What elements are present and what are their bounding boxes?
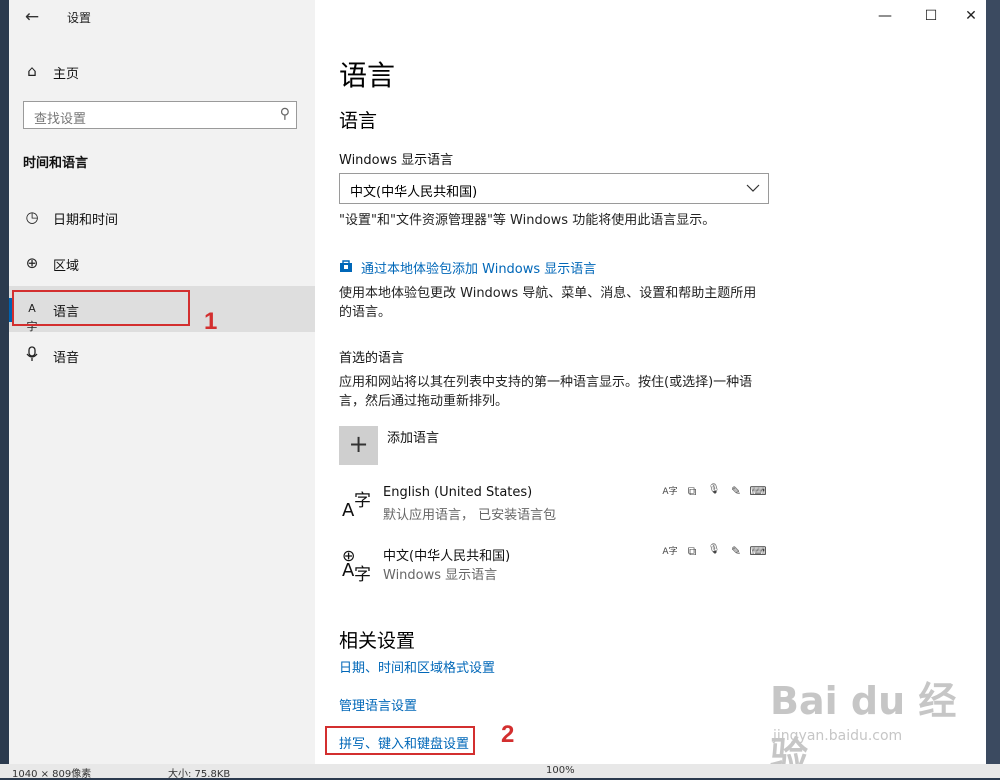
language-globe-icon: ⊕ A字 (342, 546, 371, 585)
watermark-brand: Bai du 经验 (770, 679, 957, 778)
plus-icon: + (348, 430, 369, 458)
keyboard-icon: ⌨ (749, 544, 767, 558)
back-arrow-icon[interactable]: ← (19, 5, 45, 29)
related-settings-title: 相关设置 (339, 630, 416, 652)
zoom-level: 100% (546, 765, 575, 776)
preferred-desc-line2: 言，然后通过拖动重新排列。 (339, 394, 509, 409)
language-status: 默认应用语言， 已安装语言包 (383, 508, 557, 523)
display-language-description: "设置"和"文件资源管理器"等 Windows 功能将使用此语言显示。 (339, 213, 716, 228)
text-to-speech-icon: ⧉ (687, 544, 697, 558)
language-features-english: A字 ⧉ 🎙 ✎ ⌨ (661, 484, 771, 500)
sidebar-item-label: 区域 (53, 259, 80, 274)
manage-language-link[interactable]: 管理语言设置 (339, 695, 417, 714)
preferred-languages-title: 首选的语言 (339, 351, 405, 366)
display-language-label: Windows 显示语言 (339, 153, 454, 168)
handwriting-icon: ✎ (730, 544, 742, 558)
calendar-clock-icon: ◷ (25, 208, 39, 226)
search-input[interactable]: 查找设置 ⚲ (23, 101, 297, 129)
settings-window: ← 设置 ⌂ 主页 查找设置 ⚲ 时间和语言 ◷ 日期和时间 ⊕ 区域 A字 语… (9, 0, 986, 778)
sidebar-item-label: 语音 (53, 351, 80, 366)
sidebar-item-label: 日期和时间 (53, 213, 119, 228)
speech-recognition-icon: 🎙 (707, 544, 721, 555)
language-features-chinese: A字 ⧉ 🎙 ✎ ⌨ (661, 544, 771, 560)
language-name: 中文(中华人民共和国) (383, 549, 511, 564)
sidebar: ← 设置 ⌂ 主页 查找设置 ⚲ 时间和语言 ◷ 日期和时间 ⊕ 区域 A字 语… (9, 0, 315, 778)
section-title: 时间和语言 (23, 156, 89, 171)
watermark-url: jingyan.baidu.com (773, 728, 903, 744)
annotation-box-1 (12, 290, 190, 326)
sidebar-item-date-time[interactable]: ◷ 日期和时间 (9, 197, 315, 237)
add-language-button[interactable]: + (339, 426, 378, 465)
language-status: Windows 显示语言 (383, 568, 498, 583)
handwriting-icon: ✎ (730, 484, 742, 498)
annotation-box-2 (325, 726, 475, 755)
desktop-background (986, 0, 1000, 778)
minimize-button[interactable]: — (862, 0, 908, 32)
sidebar-item-speech[interactable]: 语音 (9, 335, 315, 375)
text-to-speech-icon: ⧉ (687, 484, 697, 498)
language-icon: A字 (342, 491, 371, 521)
sidebar-item-home[interactable]: ⌂ 主页 (9, 51, 315, 91)
store-description-line1: 使用本地体验包更改 Windows 导航、菜单、消息、设置和帮助主题所用 (339, 286, 757, 301)
display-language-select[interactable]: 中文(中华人民共和国) (339, 173, 769, 204)
date-time-region-link[interactable]: 日期、时间和区域格式设置 (339, 657, 495, 676)
display-language-icon: A字 (662, 487, 678, 497)
main-content: — ☐ ✕ 语言 语言 Windows 显示语言 中文(中华人民共和国) "设置… (315, 0, 986, 778)
select-value: 中文(中华人民共和国) (350, 185, 478, 200)
search-icon[interactable]: ⚲ (280, 106, 290, 122)
window-title: 设置 (67, 11, 92, 25)
store-bag-icon (339, 258, 355, 274)
microphone-icon (23, 346, 41, 364)
close-button[interactable]: ✕ (948, 0, 986, 32)
speech-recognition-icon: 🎙 (707, 484, 721, 495)
section-heading-language: 语言 (339, 110, 378, 132)
image-viewer-statusbar: 1040 × 809像素 大小: 75.8KB 100% (0, 764, 1000, 780)
annotation-number-1: 1 (204, 308, 218, 335)
chevron-down-icon (746, 178, 760, 202)
keyboard-icon: ⌨ (749, 484, 767, 498)
sidebar-item-label: 主页 (53, 67, 80, 82)
add-display-language-link[interactable]: 通过本地体验包添加 Windows 显示语言 (361, 258, 596, 277)
globe-icon: ⊕ (25, 254, 39, 272)
display-language-icon: A字 (662, 547, 678, 557)
preferred-desc-line1: 应用和网站将以其在列表中支持的第一种语言显示。按住(或选择)一种语 (339, 375, 753, 390)
search-placeholder: 查找设置 (34, 112, 87, 127)
annotation-number-2: 2 (501, 721, 515, 748)
home-icon: ⌂ (27, 62, 37, 80)
add-language-label[interactable]: 添加语言 (387, 427, 439, 446)
store-description-line2: 的语言。 (339, 305, 392, 320)
page-title: 语言 (339, 59, 396, 92)
language-name: English (United States) (383, 485, 533, 500)
sidebar-item-region[interactable]: ⊕ 区域 (9, 243, 315, 283)
